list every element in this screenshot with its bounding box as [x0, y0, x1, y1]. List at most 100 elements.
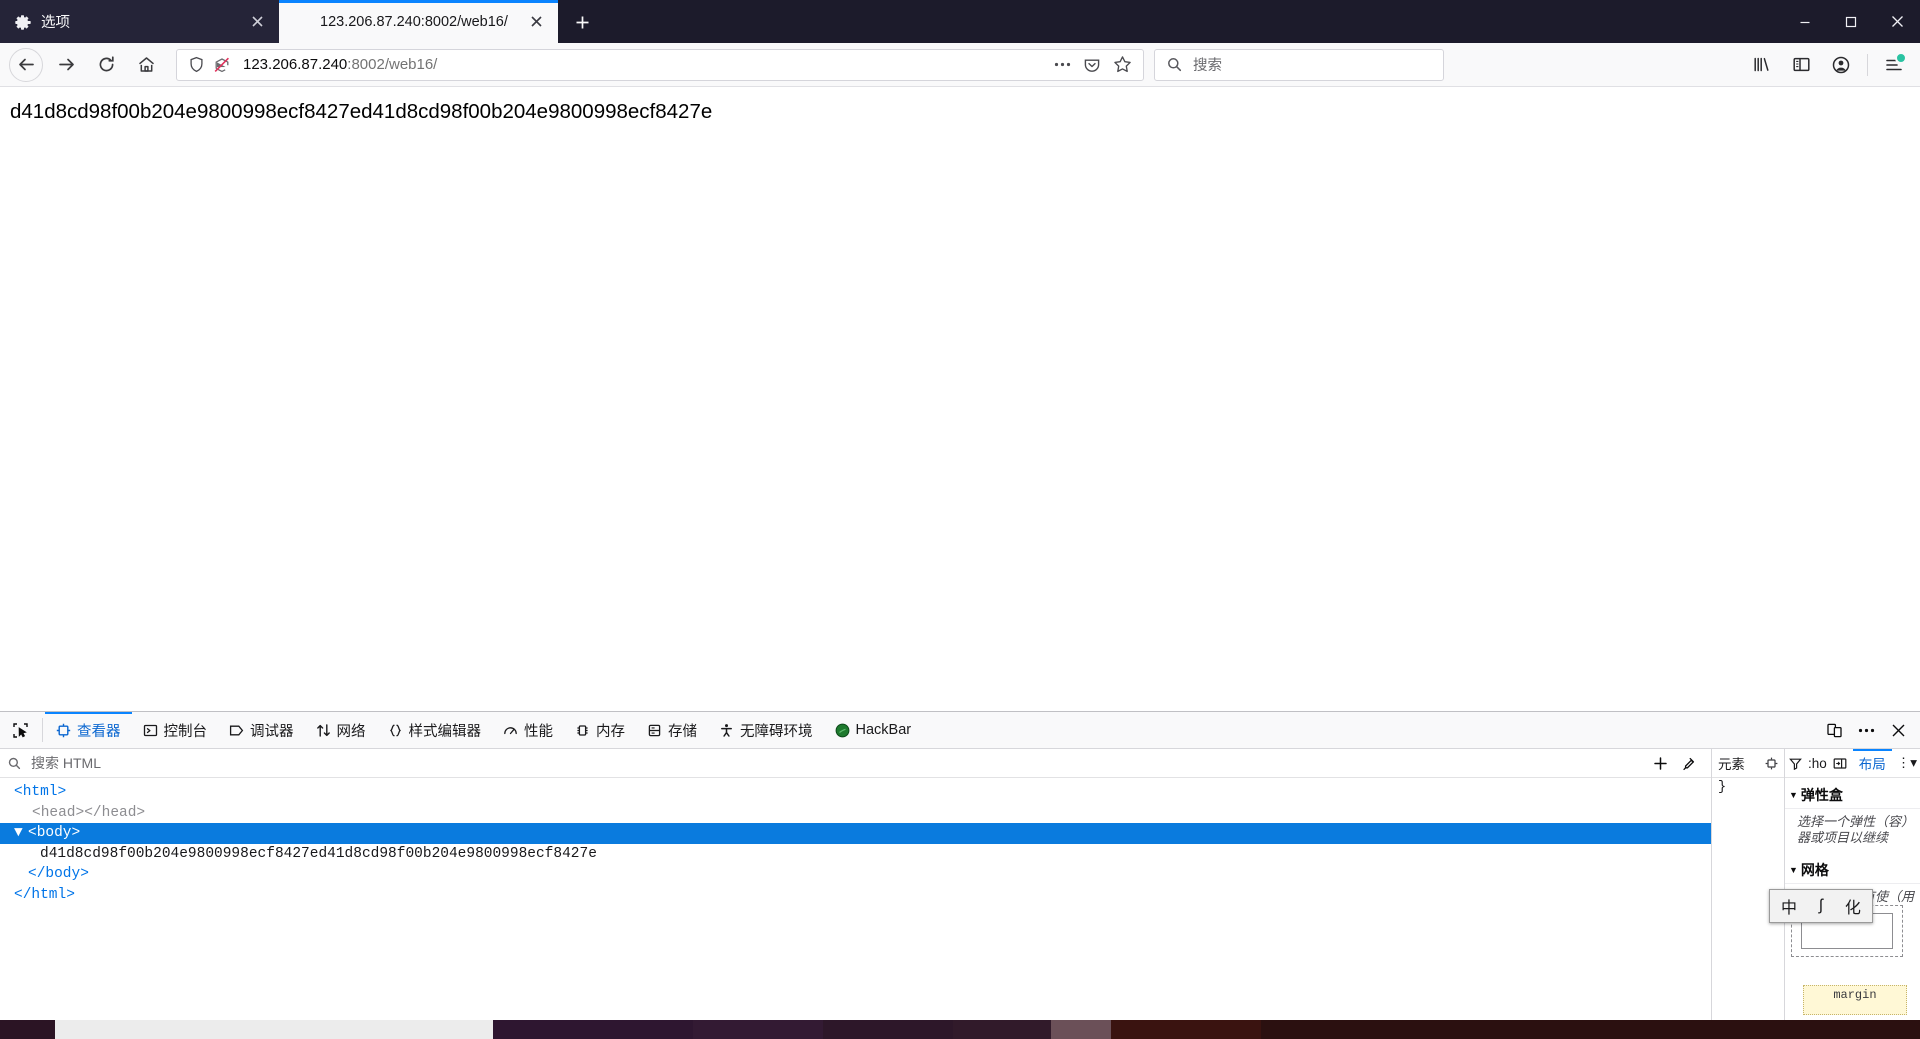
layout-tab-label[interactable]: 布局 — [1851, 749, 1894, 777]
dom-node-body[interactable]: ▼<body> — [0, 823, 1711, 844]
ime-candidate-popup[interactable]: 中 ʃ 化 — [1769, 889, 1873, 923]
navigation-toolbar: 123.206.87.240:8002/web16/ 搜索 — [0, 43, 1920, 87]
taskbar-segment[interactable] — [1111, 1020, 1261, 1039]
close-icon[interactable] — [524, 10, 548, 34]
dom-search-placeholder: 搜索 HTML — [26, 753, 101, 773]
devtools-tab-label: HackBar — [856, 722, 912, 738]
library-icon[interactable] — [1744, 48, 1778, 82]
devtools-tab-accessibility[interactable]: 无障碍环境 — [708, 712, 824, 748]
dom-node-html-close: </html> — [0, 885, 1711, 906]
devtools-tab-hackbar[interactable]: HackBar — [824, 712, 923, 748]
split-view-icon[interactable] — [1829, 749, 1851, 777]
devtools-tab-console[interactable]: 控制台 — [132, 712, 219, 748]
add-node-button[interactable] — [1647, 750, 1675, 776]
devtools-tab-storage[interactable]: 存储 — [636, 712, 708, 748]
os-taskbar — [0, 1020, 1920, 1039]
page-content: d41d8cd98f00b204e9800998ecf8427ed41d8cd9… — [0, 87, 1920, 711]
sidebar-icon[interactable] — [1784, 48, 1818, 82]
app-menu-icon[interactable] — [1877, 48, 1911, 82]
toolbar-right-icons — [1741, 48, 1914, 82]
devtools-tab-label: 查看器 — [77, 720, 121, 741]
filter-styles-icon[interactable] — [1765, 757, 1778, 770]
memory-icon — [575, 723, 590, 738]
taskbar-segment[interactable] — [1051, 1020, 1111, 1039]
devtools-tab-performance[interactable]: 性能 — [492, 712, 564, 748]
account-icon[interactable] — [1824, 48, 1858, 82]
taskbar-segment — [0, 1020, 55, 1039]
ime-candidate[interactable]: ʃ — [1819, 897, 1823, 915]
pseudo-class-button[interactable]: :ho — [1806, 749, 1829, 777]
shield-icon[interactable] — [183, 52, 209, 78]
dom-node-text[interactable]: d41d8cd98f00b204e9800998ecf8427ed41d8cd9… — [0, 844, 1711, 865]
layout-menu-icon[interactable]: ⋮▾ — [1894, 749, 1920, 777]
search-icon — [8, 757, 26, 770]
flexbox-section: ▼ 弹性盒 选择一个弹性（容）器或项目以继续 — [1785, 778, 1920, 853]
taskbar-segment[interactable] — [823, 1020, 953, 1039]
browser-tab-web16[interactable]: 123.206.87.240:8002/web16/ — [279, 0, 558, 43]
devtools-tab-label: 内存 — [596, 720, 625, 741]
star-icon[interactable] — [1107, 51, 1137, 79]
devtools-tab-label: 性能 — [524, 720, 553, 741]
devtools-tab-style-editor[interactable]: 样式编辑器 — [377, 712, 493, 748]
dom-node-label: <html> — [14, 784, 66, 800]
taskbar-active-window[interactable] — [55, 1020, 493, 1039]
toolbar-divider — [1867, 54, 1868, 76]
ime-candidate[interactable]: 化 — [1845, 894, 1861, 918]
devtools-tab-label: 调试器 — [250, 720, 294, 741]
element-picker-icon[interactable] — [0, 712, 40, 748]
flexbox-section-header[interactable]: ▼ 弹性盒 — [1785, 782, 1920, 809]
tracking-protection-disabled-icon[interactable] — [209, 52, 235, 78]
gear-icon — [14, 13, 32, 31]
dom-node-body-close: </body> — [0, 864, 1711, 885]
pocket-icon[interactable] — [1077, 51, 1107, 79]
flexbox-title: 弹性盒 — [1801, 785, 1843, 805]
devtools-tab-network[interactable]: 网络 — [305, 712, 377, 748]
forward-button[interactable] — [49, 48, 83, 82]
ime-candidate[interactable]: 中 — [1781, 894, 1797, 918]
taskbar-tray[interactable] — [1261, 1020, 1920, 1039]
taskbar-segment[interactable] — [493, 1020, 693, 1039]
browser-tab-options[interactable]: 选项 — [0, 0, 279, 43]
reload-button[interactable] — [89, 48, 123, 82]
responsive-design-mode-icon[interactable] — [1818, 715, 1850, 745]
minimize-button[interactable] — [1782, 0, 1828, 43]
devtools-tab-inspector[interactable]: 查看器 — [45, 712, 132, 748]
devtools-close-icon[interactable] — [1882, 715, 1914, 745]
home-button[interactable] — [129, 48, 163, 82]
new-tab-button[interactable] — [564, 4, 600, 40]
toolbar-divider — [42, 718, 43, 742]
devtools-tab-label: 存储 — [668, 720, 697, 741]
close-window-button[interactable] — [1874, 0, 1920, 43]
devtools-inspector-pane: 搜索 HTML — [0, 749, 1711, 1039]
chevron-down-icon[interactable]: ▼ — [14, 823, 28, 844]
devtools-options-icon[interactable] — [1850, 715, 1882, 745]
hackbar-icon — [835, 723, 850, 738]
dom-node-label: d41d8cd98f00b204e9800998ecf8427ed41d8cd9… — [40, 846, 597, 862]
chevron-down-icon[interactable]: ▼ — [1789, 865, 1798, 875]
devtools-toolbar: 查看器 控制台 调试器 — [0, 712, 1920, 749]
performance-icon — [503, 723, 518, 738]
dom-node-html[interactable]: <html> — [0, 782, 1711, 803]
address-bar[interactable]: 123.206.87.240:8002/web16/ — [176, 49, 1144, 81]
page-body-text: d41d8cd98f00b204e9800998ecf8427ed41d8cd9… — [10, 100, 1920, 124]
page-actions-icon[interactable] — [1047, 51, 1077, 79]
back-button[interactable] — [9, 48, 43, 82]
grid-section-header[interactable]: ▼ 网格 — [1785, 857, 1920, 884]
taskbar-segment[interactable] — [693, 1020, 823, 1039]
close-icon[interactable] — [245, 10, 269, 34]
dom-node-head[interactable]: <head></head> — [0, 803, 1711, 824]
search-icon — [1163, 57, 1185, 72]
dom-search-bar[interactable]: 搜索 HTML — [0, 749, 1711, 778]
taskbar-segment[interactable] — [953, 1020, 1051, 1039]
search-input-placeholder: 搜索 — [1185, 54, 1222, 75]
eyedropper-icon[interactable] — [1675, 750, 1703, 776]
filter-icon[interactable] — [1785, 749, 1806, 777]
dom-node-label: </html> — [14, 887, 75, 903]
devtools-side-columns: 元素 } :ho — [1711, 749, 1920, 1039]
chevron-down-icon[interactable]: ▼ — [1789, 790, 1798, 800]
maximize-button[interactable] — [1828, 0, 1874, 43]
dom-tree[interactable]: <html> <head></head> ▼<body> d41d8cd98f0… — [0, 778, 1711, 1035]
search-bar[interactable]: 搜索 — [1154, 49, 1444, 81]
devtools-tab-debugger[interactable]: 调试器 — [218, 712, 305, 748]
devtools-tab-memory[interactable]: 内存 — [564, 712, 636, 748]
